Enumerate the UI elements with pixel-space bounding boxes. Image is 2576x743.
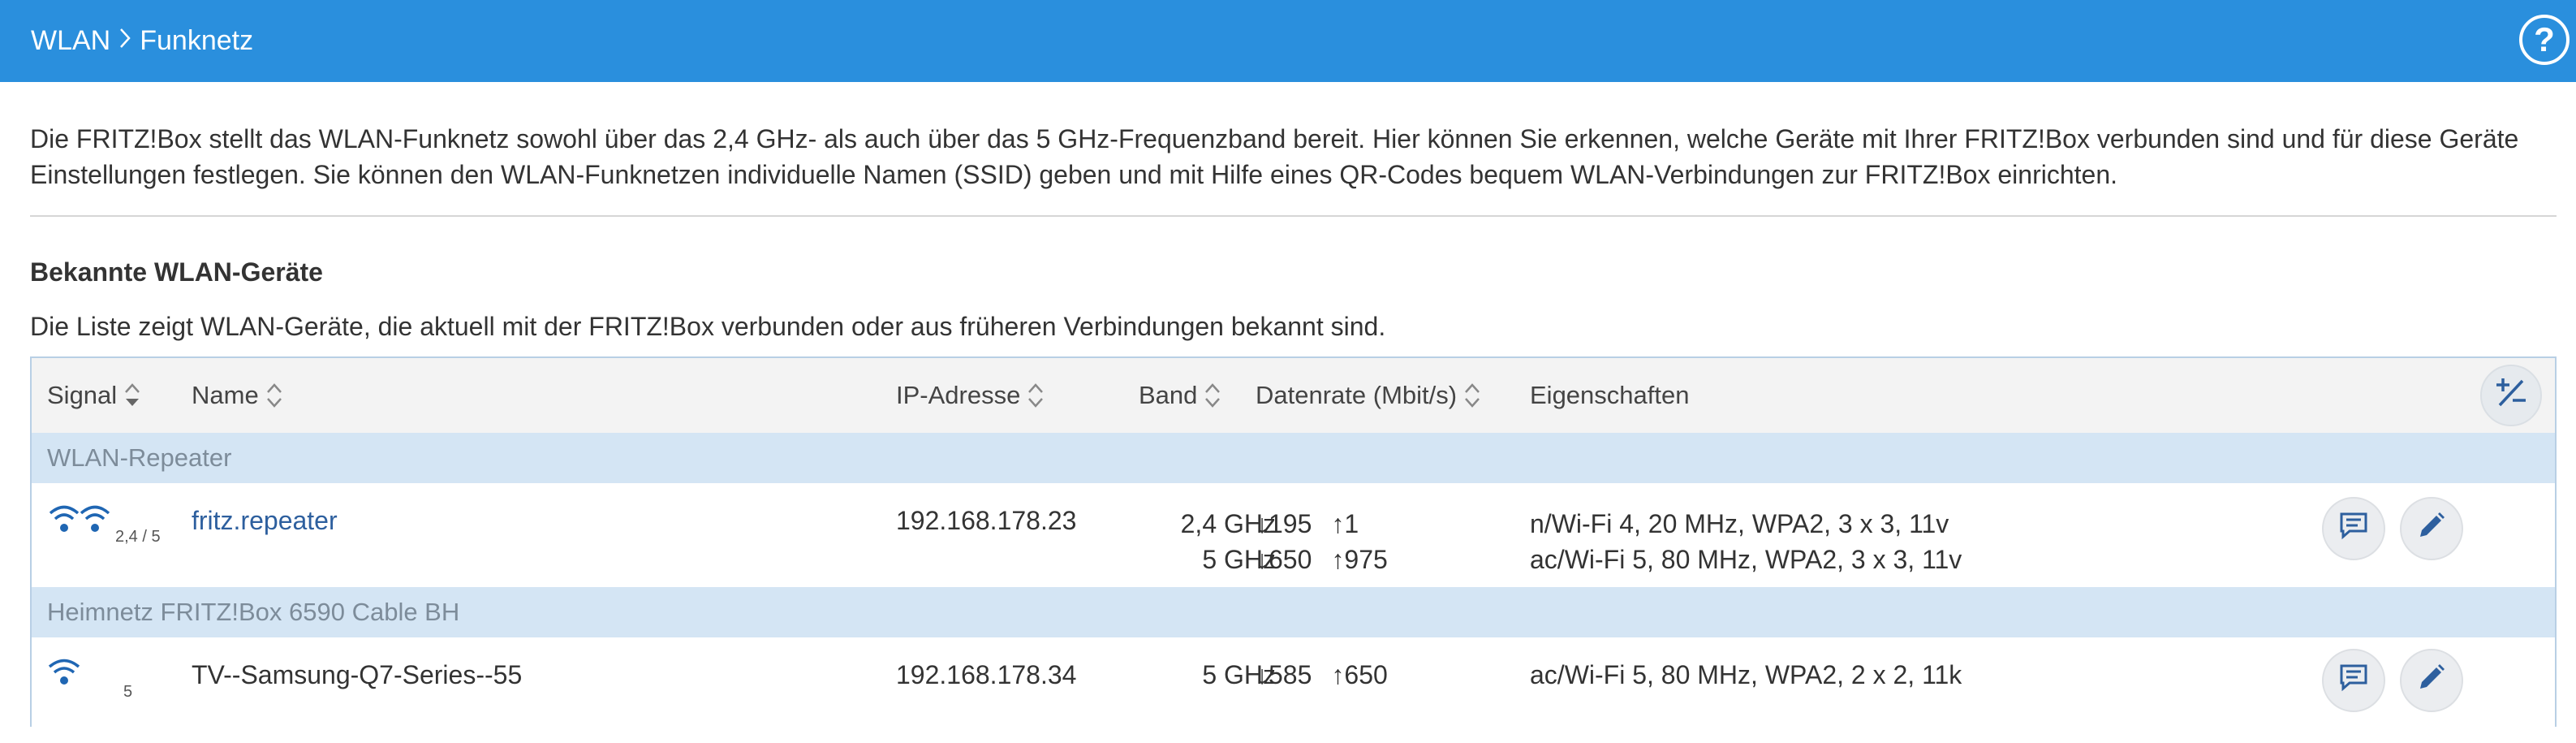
rate-line: ↓650 ↑975 bbox=[1256, 542, 1388, 577]
sort-icon bbox=[265, 382, 283, 409]
signal-band-label: 5 bbox=[123, 683, 133, 701]
device-properties: n/Wi-Fi 4, 20 MHz, WPA2, 3 x 3, 11v ac/W… bbox=[1530, 506, 1962, 577]
breadcrumb: WLAN Funknetz bbox=[31, 25, 253, 57]
group-row: Heimnetz FRITZ!Box 6590 Cable BH bbox=[32, 587, 2555, 637]
message-icon bbox=[2338, 662, 2369, 699]
rate-up: ↑650 bbox=[1331, 660, 1388, 689]
column-header-ip[interactable]: IP-Adresse bbox=[896, 358, 1045, 433]
divider bbox=[30, 215, 2557, 217]
device-ip: 192.168.178.23 bbox=[896, 506, 1077, 535]
property-line: ac/Wi-Fi 5, 80 MHz, WPA2, 2 x 2, 11k bbox=[1530, 660, 1962, 689]
breadcrumb-parent[interactable]: WLAN bbox=[31, 25, 110, 57]
column-label: Band bbox=[1139, 381, 1198, 409]
column-header-signal[interactable]: Signal bbox=[47, 358, 141, 433]
device-rates: ↓585 ↑650 bbox=[1256, 660, 1388, 690]
wifi-icon bbox=[48, 501, 111, 548]
signal-band-label: 2,4 / 5 bbox=[115, 528, 161, 546]
main-content: Die FRITZ!Box stellt das WLAN-Funknetz s… bbox=[0, 121, 2576, 727]
pencil-icon bbox=[2417, 663, 2446, 698]
group-row: WLAN-Repeater bbox=[32, 433, 2555, 483]
breadcrumb-current: Funknetz bbox=[140, 25, 254, 56]
rate-up: ↑1 bbox=[1331, 509, 1359, 538]
column-label: Eigenschaften bbox=[1530, 381, 1690, 409]
wifi-icon bbox=[48, 655, 80, 702]
device-rates: ↓195 ↑1 ↓650 ↑975 bbox=[1256, 506, 1388, 577]
section-title: Bekannte WLAN-Geräte bbox=[30, 257, 323, 287]
rate-down: ↓195 bbox=[1256, 509, 1312, 538]
rate-up: ↑975 bbox=[1331, 545, 1388, 574]
device-name[interactable]: TV--Samsung-Q7-Series--55 bbox=[192, 660, 522, 690]
help-button[interactable]: ? bbox=[2519, 15, 2570, 65]
property-line: n/Wi-Fi 4, 20 MHz, WPA2, 3 x 3, 11v bbox=[1530, 509, 1949, 538]
table-header: Signal Name IP-Adresse Band Datenrate (M… bbox=[32, 358, 2555, 433]
device-properties: ac/Wi-Fi 5, 80 MHz, WPA2, 2 x 2, 11k bbox=[1530, 660, 1962, 690]
column-header-rate[interactable]: Datenrate (Mbit/s) bbox=[1256, 358, 1481, 433]
section-description: Die Liste zeigt WLAN-Geräte, die aktuell… bbox=[30, 312, 1386, 341]
column-label: Name bbox=[192, 381, 259, 409]
sort-icon bbox=[123, 382, 141, 409]
column-label: Datenrate (Mbit/s) bbox=[1256, 381, 1458, 409]
pencil-icon bbox=[2417, 511, 2446, 546]
column-header-name[interactable]: Name bbox=[192, 358, 283, 433]
message-icon bbox=[2338, 510, 2369, 547]
rate-down: ↓585 bbox=[1256, 660, 1312, 689]
device-name-link[interactable]: fritz.repeater bbox=[192, 506, 338, 536]
rate-down: ↓650 bbox=[1256, 545, 1312, 574]
table-row[interactable]: 5 TV--Samsung-Q7-Series--55 192.168.178.… bbox=[32, 637, 2555, 727]
column-label: IP-Adresse bbox=[896, 381, 1021, 409]
devices-table: Signal Name IP-Adresse Band Datenrate (M… bbox=[30, 356, 2557, 727]
page-header: WLAN Funknetz ? bbox=[0, 0, 2576, 82]
sort-icon bbox=[1204, 382, 1221, 409]
edit-button[interactable] bbox=[2400, 497, 2463, 560]
plus-minus-icon bbox=[2493, 374, 2529, 417]
message-button[interactable] bbox=[2322, 497, 2385, 560]
edit-button[interactable] bbox=[2400, 649, 2463, 712]
table-row[interactable]: 2,4 / 5 fritz.repeater 192.168.178.23 2,… bbox=[32, 483, 2555, 587]
sort-icon bbox=[1027, 382, 1045, 409]
plus-minus-button[interactable] bbox=[2480, 365, 2542, 426]
property-line: ac/Wi-Fi 5, 80 MHz, WPA2, 3 x 3, 11v bbox=[1530, 545, 1962, 574]
column-header-props: Eigenschaften bbox=[1530, 358, 1689, 433]
device-ip: 192.168.178.34 bbox=[896, 660, 1077, 689]
intro-text: Die FRITZ!Box stellt das WLAN-Funknetz s… bbox=[30, 124, 2519, 189]
chevron-right-icon bbox=[118, 25, 131, 57]
sort-icon bbox=[1463, 382, 1481, 409]
column-label: Signal bbox=[47, 381, 118, 409]
help-icon: ? bbox=[2534, 20, 2555, 58]
message-button[interactable] bbox=[2322, 649, 2385, 712]
column-header-band[interactable]: Band bbox=[1139, 358, 1221, 433]
rate-line: ↓195 ↑1 bbox=[1256, 506, 1388, 542]
rate-line: ↓585 ↑650 bbox=[1256, 660, 1388, 690]
